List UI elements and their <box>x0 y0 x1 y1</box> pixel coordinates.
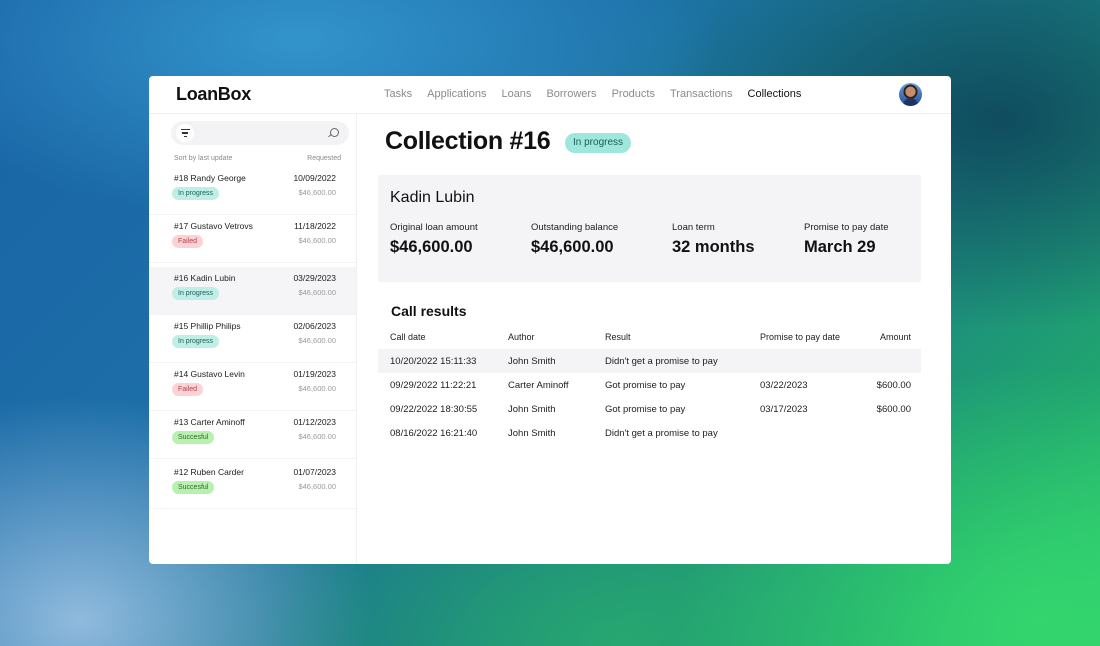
list-item-title: #18 Randy George <box>174 173 246 183</box>
app-window: LoanBox Tasks Applications Loans Borrowe… <box>149 76 951 564</box>
cell-author: John Smith <box>508 356 556 367</box>
status-badge: Failed <box>172 383 204 396</box>
cell-promise-date: 03/22/2023 <box>760 380 808 391</box>
nav-borrowers[interactable]: Borrowers <box>546 88 596 100</box>
list-item-date: 01/19/2023 <box>293 369 336 379</box>
cell-result: Got promise to pay <box>605 404 686 415</box>
filter-icon[interactable] <box>176 124 194 142</box>
stat-value: $46,600.00 <box>390 238 473 256</box>
list-item-title: #17 Gustavo Vetrovs <box>174 221 253 231</box>
table-header-row: Call date Author Result Promise to pay d… <box>378 325 921 349</box>
status-badge: In progress <box>172 287 220 300</box>
status-badge: Succesful <box>172 481 215 494</box>
nav-collections[interactable]: Collections <box>748 88 802 100</box>
status-badge: In progress <box>172 187 220 200</box>
loan-summary-card: Kadin Lubin Original loan amount $46,600… <box>378 175 921 282</box>
nav-products[interactable]: Products <box>612 88 655 100</box>
list-item-title: #13 Carter Aminoff <box>174 417 245 427</box>
cell-author: John Smith <box>508 404 556 415</box>
stat-label: Original loan amount <box>390 222 478 233</box>
list-item-date: 02/06/2023 <box>293 321 336 331</box>
stat-outstanding-balance: Outstanding balance $46,600.00 <box>531 222 618 257</box>
stat-value: $46,600.00 <box>531 238 614 256</box>
list-item-selected[interactable]: #16 Kadin Lubin 03/29/2023 In progress $… <box>149 267 356 315</box>
list-item-date: 11/18/2022 <box>294 221 336 231</box>
user-avatar[interactable] <box>899 83 922 106</box>
stat-label: Promise to pay date <box>804 222 889 233</box>
page-title: Collection #16 <box>385 127 551 155</box>
stat-value: 32 months <box>672 238 755 256</box>
borrower-name: Kadin Lubin <box>390 189 475 206</box>
stat-label: Outstanding balance <box>531 222 619 233</box>
table-row[interactable]: 10/20/2022 15:11:33 John Smith Didn't ge… <box>378 349 921 373</box>
cell-amount: $600.00 <box>876 380 911 391</box>
stat-value: March 29 <box>804 238 876 256</box>
list-item[interactable]: #15 Phillip Philips 02/06/2023 In progre… <box>149 315 356 363</box>
sort-label[interactable]: Sort by last update <box>174 155 232 162</box>
column-header[interactable]: Result <box>605 332 631 342</box>
list-item-amount: $46,600.00 <box>298 188 336 197</box>
list-item-amount: $46,600.00 <box>298 384 336 393</box>
status-badge: Failed <box>172 235 204 248</box>
table-row[interactable]: 09/29/2022 11:22:21 Carter Aminoff Got p… <box>378 373 921 397</box>
cell-author: Carter Aminoff <box>508 380 569 391</box>
list-item[interactable]: #18 Randy George 10/09/2022 In progress … <box>149 167 356 215</box>
cell-result: Didn't get a promise to pay <box>605 356 718 367</box>
call-results-table: Call date Author Result Promise to pay d… <box>378 325 921 445</box>
stat-original-loan: Original loan amount $46,600.00 <box>390 222 478 257</box>
search-input[interactable] <box>171 121 349 145</box>
cell-call-date: 09/29/2022 11:22:21 <box>390 380 477 391</box>
search-icon[interactable] <box>330 128 339 137</box>
list-item-amount: $46,600.00 <box>298 432 336 441</box>
column-header[interactable]: Author <box>508 332 535 342</box>
cell-result: Got promise to pay <box>605 380 686 391</box>
list-item[interactable]: #17 Gustavo Vetrovs 11/18/2022 Failed $4… <box>149 215 356 263</box>
cell-author: John Smith <box>508 428 556 439</box>
top-navbar: LoanBox Tasks Applications Loans Borrowe… <box>149 76 951 114</box>
list-item-title: #12 Ruben Carder <box>174 467 244 477</box>
list-item-title: #15 Phillip Philips <box>174 321 241 331</box>
cell-result: Didn't get a promise to pay <box>605 428 718 439</box>
cell-promise-date: 03/17/2023 <box>760 404 808 415</box>
list-item-date: 10/09/2022 <box>293 173 336 183</box>
stat-loan-term: Loan term 32 months <box>672 222 755 257</box>
status-badge: In progress <box>565 133 632 153</box>
table-row[interactable]: 09/22/2022 18:30:55 John Smith Got promi… <box>378 397 921 421</box>
list-item-date: 01/12/2023 <box>293 417 336 427</box>
main-nav: Tasks Applications Loans Borrowers Produ… <box>384 88 801 100</box>
call-results-heading: Call results <box>391 303 467 319</box>
list-item-title: #14 Gustavo Levin <box>174 369 245 379</box>
requested-column-label: Requested <box>307 155 341 162</box>
collections-sidebar: Sort by last update Requested #18 Randy … <box>149 114 357 564</box>
list-item-amount: $46,600.00 <box>298 482 336 491</box>
cell-call-date: 10/20/2022 15:11:33 <box>390 356 477 367</box>
cell-amount: $600.00 <box>876 404 911 415</box>
list-item-amount: $46,600.00 <box>298 336 336 345</box>
table-row[interactable]: 08/16/2022 16:21:40 John Smith Didn't ge… <box>378 421 921 445</box>
list-item[interactable]: #12 Ruben Carder 01/07/2023 Succesful $4… <box>149 461 356 509</box>
collection-detail: Collection #16 In progress Kadin Lubin O… <box>358 114 951 564</box>
status-badge: In progress <box>172 335 220 348</box>
nav-loans[interactable]: Loans <box>501 88 531 100</box>
cell-call-date: 08/16/2022 16:21:40 <box>390 428 478 439</box>
column-header[interactable]: Amount <box>880 332 911 342</box>
column-header[interactable]: Promise to pay date <box>760 332 840 342</box>
nav-transactions[interactable]: Transactions <box>670 88 733 100</box>
list-item-title: #16 Kadin Lubin <box>174 273 236 283</box>
cell-call-date: 09/22/2022 18:30:55 <box>390 404 478 415</box>
nav-applications[interactable]: Applications <box>427 88 486 100</box>
list-item[interactable]: #14 Gustavo Levin 01/19/2023 Failed $46,… <box>149 363 356 411</box>
stat-promise-date: Promise to pay date March 29 <box>804 222 889 257</box>
column-header[interactable]: Call date <box>390 332 426 342</box>
list-item-date: 03/29/2023 <box>293 273 336 283</box>
list-item[interactable]: #13 Carter Aminoff 01/12/2023 Succesful … <box>149 411 356 459</box>
nav-tasks[interactable]: Tasks <box>384 88 412 100</box>
stat-label: Loan term <box>672 222 715 233</box>
status-badge: Succesful <box>172 431 215 444</box>
app-logo[interactable]: LoanBox <box>176 84 251 105</box>
list-item-date: 01/07/2023 <box>293 467 336 477</box>
list-item-amount: $46,600.00 <box>298 236 336 245</box>
list-item-amount: $46,600.00 <box>298 288 336 297</box>
